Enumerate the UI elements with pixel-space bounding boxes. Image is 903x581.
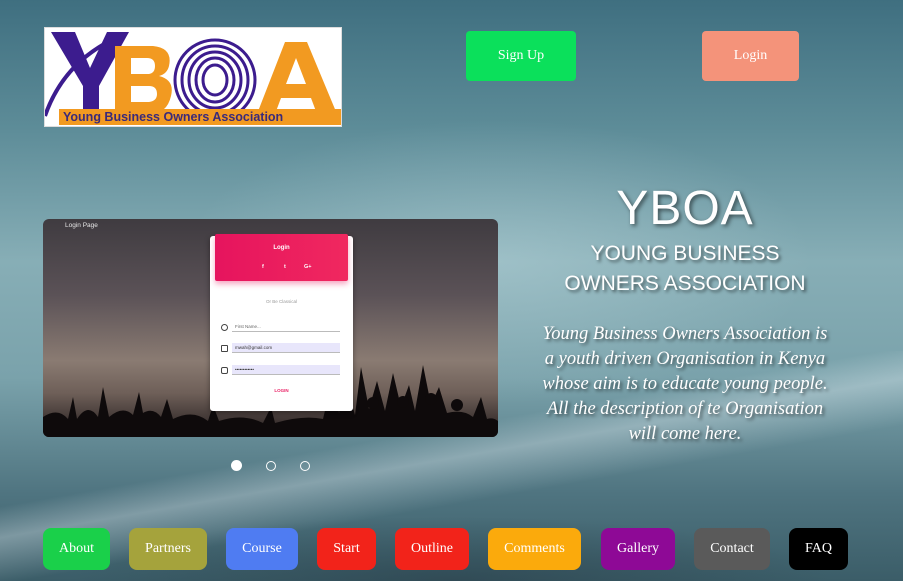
intro-description: Young Business Owners Association is a y… (542, 324, 828, 444)
nav-comments-button[interactable]: Comments (488, 528, 581, 570)
login-button[interactable]: Login (702, 31, 799, 81)
nav-start-button[interactable]: Start (317, 528, 376, 570)
carousel-indicator-2[interactable] (266, 461, 276, 471)
logo-caption: Young Business Owners Association (59, 109, 341, 125)
login-submit-link: LOGIN (274, 388, 289, 393)
site-logo[interactable]: Young Business Owners Association (44, 27, 342, 127)
password-field: •••••••••••• (232, 365, 340, 375)
intro-title: YBOA (616, 182, 754, 235)
login-form-title: Login (273, 245, 290, 251)
image-carousel[interactable]: Login Page Login f t G+ Or Be Classical … (43, 219, 498, 437)
intro-section: YBOA YOUNG BUSINESS OWNERS ASSOCIATION Y… (540, 182, 830, 447)
carousel-indicator-1[interactable] (231, 460, 242, 471)
carousel-indicator-3[interactable] (300, 461, 310, 471)
intro-subtitle: YOUNG BUSINESS OWNERS ASSOCIATION (564, 242, 806, 295)
nav-course-button[interactable]: Course (226, 528, 298, 570)
nav-partners-button[interactable]: Partners (129, 528, 207, 570)
email-icon (221, 345, 228, 352)
sign-up-button[interactable]: Sign Up (466, 31, 576, 81)
nav-about-button[interactable]: About (43, 528, 110, 570)
login-divider-text: Or Be Classical (265, 299, 297, 304)
lock-icon (221, 367, 228, 374)
email-field: mwah@gmail.com (232, 343, 340, 353)
nav-outline-button[interactable]: Outline (395, 528, 469, 570)
twitter-icon: t (284, 264, 286, 270)
login-form-header: Login f t G+ (215, 234, 348, 281)
user-icon (221, 324, 228, 331)
first-name-field: First Name... (232, 322, 340, 332)
nav-gallery-button[interactable]: Gallery (601, 528, 675, 570)
login-form-preview: Login f t G+ Or Be Classical First Name.… (210, 234, 353, 411)
google-plus-icon: G+ (304, 264, 312, 270)
nav-faq-button[interactable]: FAQ (789, 528, 848, 570)
nav-contact-button[interactable]: Contact (694, 528, 770, 570)
slide-caption: Login Page (65, 222, 98, 229)
facebook-icon: f (262, 264, 264, 270)
